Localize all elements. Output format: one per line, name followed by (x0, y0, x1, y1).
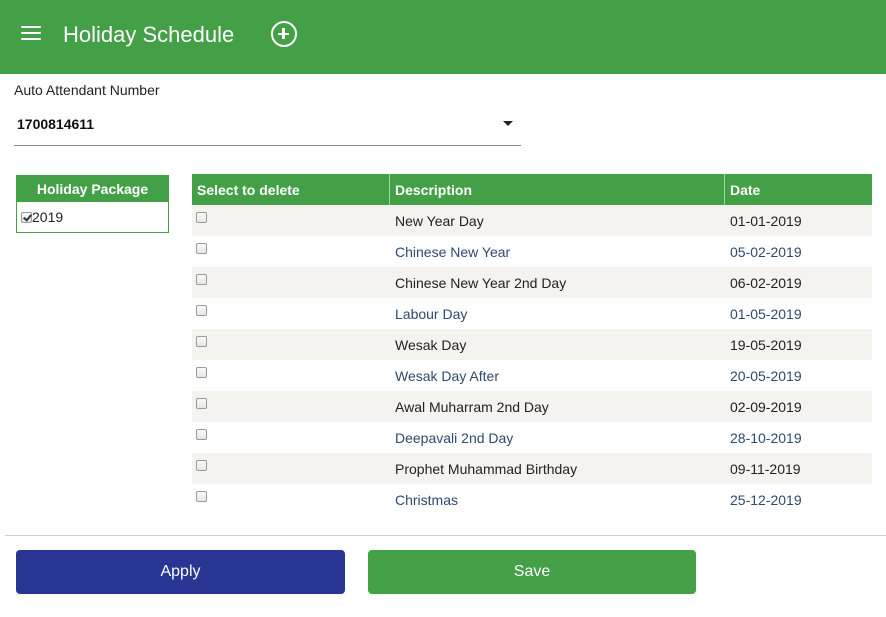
description-cell: Wesak Day After (395, 367, 500, 384)
auto-attendant-label: Auto Attendant Number (14, 82, 160, 98)
date-cell: 20-05-2019 (730, 367, 802, 384)
save-button[interactable]: Save (368, 550, 696, 594)
description-cell: Wesak Day (395, 336, 467, 353)
table-row: Wesak Day 19-05-2019 (192, 329, 872, 360)
table-row: Chinese New Year 05-02-2019 (192, 236, 872, 267)
delete-checkbox[interactable] (196, 243, 207, 254)
delete-checkbox[interactable] (196, 367, 207, 378)
date-cell: 06-02-2019 (730, 274, 802, 291)
date-cell: 05-02-2019 (730, 243, 802, 260)
select-cell (192, 298, 390, 329)
column-header-description: Description (390, 174, 725, 205)
select-cell (192, 453, 390, 484)
divider (5, 535, 886, 536)
table-row: Labour Day 01-05-2019 (192, 298, 872, 329)
holiday-package-panel: Holiday Package 2019 (16, 175, 169, 233)
delete-checkbox[interactable] (196, 491, 207, 502)
description-cell: Labour Day (395, 305, 468, 322)
holiday-package-header: Holiday Package (17, 176, 168, 202)
table-row: New Year Day 01-01-2019 (192, 205, 872, 236)
select-cell (192, 391, 390, 422)
description-cell: Chinese New Year 2nd Day (395, 274, 567, 291)
description-cell: New Year Day (395, 212, 484, 229)
date-cell: 09-11-2019 (730, 460, 801, 477)
table-body: New Year Day 01-01-2019 Chinese New Year 05… (192, 205, 872, 515)
description-cell: Deepavali 2nd Day (395, 429, 514, 446)
select-cell (192, 205, 390, 236)
table-row: Wesak Day After 20-05-2019 (192, 360, 872, 391)
column-header-select: Select to delete (192, 174, 390, 205)
app-bar: Holiday Schedule (0, 0, 886, 74)
table-row: Prophet Muhammad Birthday 09-11-2019 (192, 453, 872, 484)
auto-attendant-select[interactable]: 1700814611 (14, 106, 521, 146)
description-cell: Chinese New Year (395, 243, 511, 260)
description-cell: Christmas (395, 491, 459, 508)
date-cell: 02-09-2019 (730, 398, 802, 415)
table-row: Awal Muharram 2nd Day 02-09-2019 (192, 391, 872, 422)
page-title: Holiday Schedule (63, 22, 235, 47)
select-cell (192, 422, 390, 453)
auto-attendant-value: 1700814611 (17, 116, 95, 132)
delete-checkbox[interactable] (196, 336, 207, 347)
select-cell (192, 329, 390, 360)
delete-checkbox[interactable] (196, 398, 207, 409)
column-header-date: Date (730, 181, 761, 198)
date-cell: 01-01-2019 (730, 212, 802, 229)
holiday-package-item[interactable]: 2019 (21, 209, 63, 225)
description-cell: Awal Muharram 2nd Day (395, 398, 549, 415)
select-cell (192, 236, 390, 267)
delete-checkbox[interactable] (196, 429, 207, 440)
delete-checkbox[interactable] (196, 212, 207, 223)
table-row: Christmas 25-12-2019 (192, 484, 872, 515)
table-row: Chinese New Year 2nd Day 06-02-2019 (192, 267, 872, 298)
description-cell: Prophet Muhammad Birthday (395, 460, 578, 477)
package-checkbox[interactable] (21, 211, 32, 223)
delete-checkbox[interactable] (196, 460, 207, 471)
chevron-down-icon (503, 121, 513, 126)
select-cell (192, 360, 390, 391)
table-row: Deepavali 2nd Day 28-10-2019 (192, 422, 872, 453)
date-cell: 25-12-2019 (730, 491, 802, 508)
apply-button[interactable]: Apply (16, 550, 345, 594)
delete-checkbox[interactable] (196, 305, 207, 316)
select-cell (192, 484, 390, 515)
select-cell (192, 267, 390, 298)
date-cell: 01-05-2019 (730, 305, 802, 322)
table-header: Select to delete Description Date (192, 174, 872, 205)
menu-icon[interactable] (21, 26, 41, 42)
package-label: 2019 (32, 209, 64, 225)
holiday-table: Select to delete Description Date New Ye… (192, 174, 872, 515)
delete-checkbox[interactable] (196, 274, 207, 285)
add-circle-icon[interactable] (271, 21, 297, 47)
date-cell: 19-05-2019 (730, 336, 802, 353)
date-cell: 28-10-2019 (730, 429, 802, 446)
